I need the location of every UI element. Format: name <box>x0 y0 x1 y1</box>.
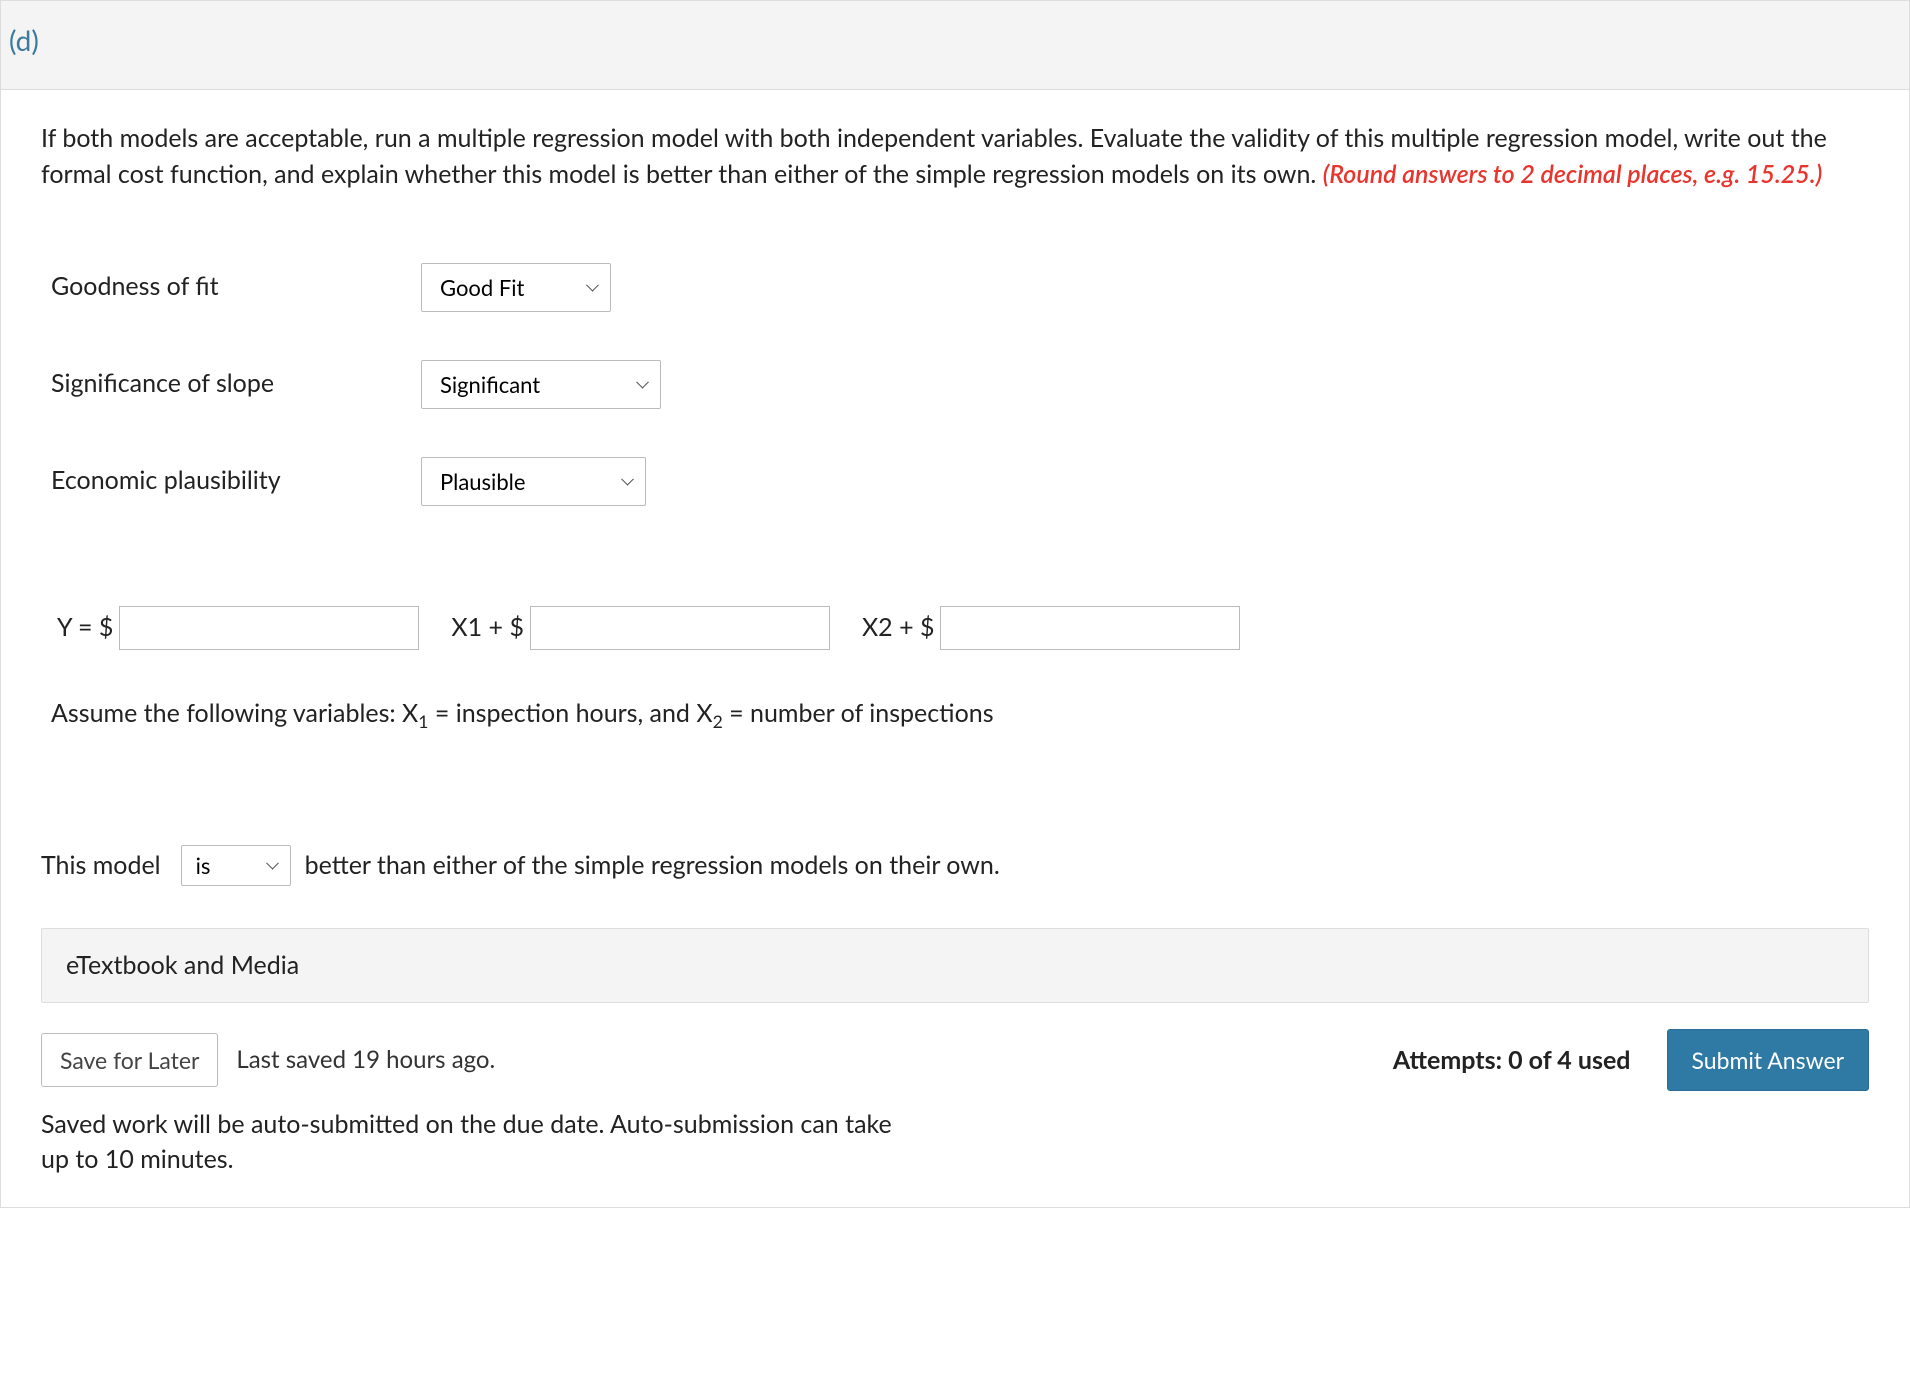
assume-post: = number of inspections <box>723 698 994 728</box>
y-equals: Y = $ <box>51 609 119 647</box>
equation-row: Y = $ X1 + $ X2 + $ <box>51 606 1869 650</box>
last-saved-text: Last saved 19 hours ago. <box>236 1042 495 1078</box>
assume-variables: Assume the following variables: X1 = ins… <box>51 695 1869 735</box>
x2-plus: X2 + $ <box>856 609 941 647</box>
criteria-block: Goodness of fit Good Fit Significance of… <box>51 263 1869 506</box>
equation-x2-input[interactable] <box>940 606 1240 650</box>
plausibility-select[interactable]: Plausible <box>421 457 646 506</box>
equation-intercept-input[interactable] <box>119 606 419 650</box>
assume-pre: Assume the following variables: X <box>51 698 418 728</box>
x1-plus: X1 + $ <box>445 609 530 647</box>
significance-select[interactable]: Significant <box>421 360 661 409</box>
goodness-select-wrap: Good Fit <box>421 263 611 312</box>
question-content: If both models are acceptable, run a mul… <box>1 90 1909 1207</box>
etextbook-media-button[interactable]: eTextbook and Media <box>41 928 1869 1004</box>
model-comparison-row: This model is better than either of the … <box>41 845 1869 886</box>
criteria-row-significance: Significance of slope Significant <box>51 360 1869 409</box>
footer-row: Save for Later Last saved 19 hours ago. … <box>41 1029 1869 1091</box>
plausibility-select-wrap: Plausible <box>421 457 646 506</box>
significance-select-wrap: Significant <box>421 360 661 409</box>
model-post: better than either of the simple regress… <box>305 847 1000 885</box>
model-select-wrap: is <box>181 845 291 886</box>
attempts-text: Attempts: 0 of 4 used <box>1393 1042 1631 1080</box>
equation-x1-input[interactable] <box>530 606 830 650</box>
part-label: (d) <box>9 23 39 57</box>
criteria-row-plausibility: Economic plausibility Plausible <box>51 457 1869 506</box>
assume-sub1: 1 <box>418 711 428 732</box>
assume-mid: = inspection hours, and X <box>428 698 712 728</box>
etextbook-label: eTextbook and Media <box>66 950 299 980</box>
assume-sub2: 2 <box>713 711 723 732</box>
question-prompt: If both models are acceptable, run a mul… <box>41 120 1869 193</box>
criteria-row-goodness: Goodness of fit Good Fit <box>51 263 1869 312</box>
save-for-later-button[interactable]: Save for Later <box>41 1033 218 1087</box>
significance-label: Significance of slope <box>51 365 421 403</box>
question-container: (d) If both models are acceptable, run a… <box>0 0 1910 1208</box>
model-is-select[interactable]: is <box>181 845 291 886</box>
goodness-label: Goodness of fit <box>51 268 421 306</box>
submit-answer-button[interactable]: Submit Answer <box>1667 1029 1870 1091</box>
rounding-hint: (Round answers to 2 decimal places, e.g.… <box>1323 159 1823 189</box>
goodness-select[interactable]: Good Fit <box>421 263 611 312</box>
plausibility-label: Economic plausibility <box>51 462 421 500</box>
part-header: (d) <box>1 1 1909 90</box>
auto-submit-note: Saved work will be auto-submitted on the… <box>41 1107 911 1177</box>
model-pre: This model <box>41 847 167 885</box>
